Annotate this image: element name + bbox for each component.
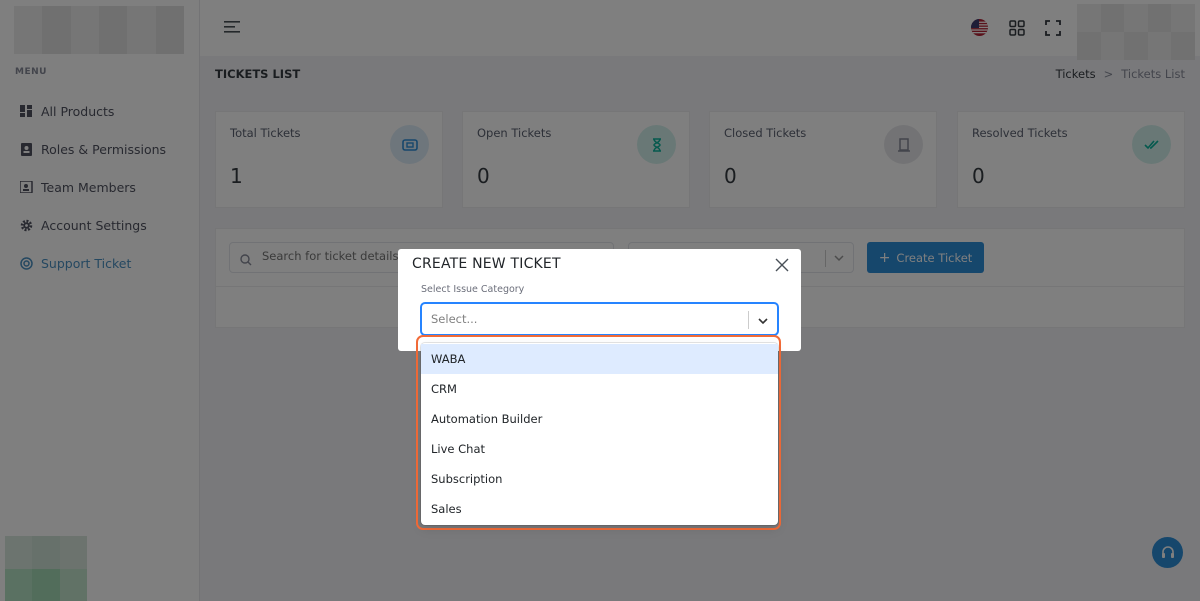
- option-live-chat[interactable]: Live Chat: [421, 434, 778, 464]
- chevron-down-icon[interactable]: [756, 313, 770, 327]
- modal-title: CREATE NEW TICKET: [412, 256, 561, 272]
- issue-category-select[interactable]: Select...: [421, 303, 778, 335]
- option-automation-builder[interactable]: Automation Builder: [421, 404, 778, 434]
- issue-category-label: Select Issue Category: [421, 284, 525, 295]
- option-subscription[interactable]: Subscription: [421, 464, 778, 494]
- select-placeholder: Select...: [431, 312, 478, 326]
- option-waba[interactable]: WABA: [421, 344, 778, 374]
- issue-category-menu: WABA CRM Automation Builder Live Chat Su…: [421, 343, 778, 525]
- option-sales[interactable]: Sales: [421, 494, 778, 524]
- select-separator: [748, 311, 749, 329]
- close-icon[interactable]: [775, 257, 789, 272]
- option-crm[interactable]: CRM: [421, 374, 778, 404]
